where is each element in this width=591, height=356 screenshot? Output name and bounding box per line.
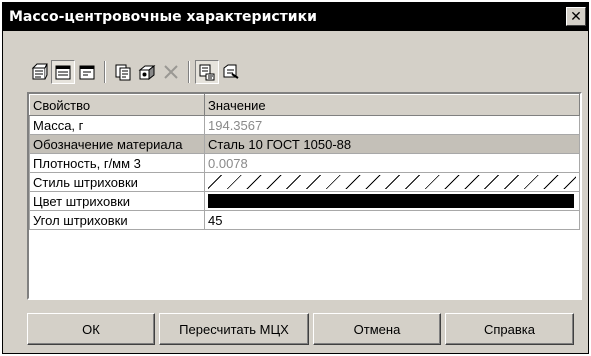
assembly-button[interactable] xyxy=(135,60,159,84)
header-property[interactable]: Свойство xyxy=(29,94,205,116)
property-name: Обозначение материала xyxy=(29,134,205,154)
properties-table: Свойство Значение Масса, г 194.3567 Обоз… xyxy=(29,94,580,230)
table-row[interactable]: Стиль штриховки xyxy=(29,172,580,192)
assembly-icon xyxy=(138,64,156,81)
doc-edit-button[interactable] xyxy=(75,60,99,84)
copy-icon xyxy=(199,64,215,81)
calc-props-icon xyxy=(31,63,48,80)
toolbar xyxy=(27,57,243,87)
calc-props-button[interactable] xyxy=(27,60,51,84)
close-icon: ✕ xyxy=(570,8,582,25)
dialog-buttons: ОК Пересчитать МЦХ Отмена Справка xyxy=(27,313,574,345)
toolbar-separator xyxy=(104,61,106,83)
ok-button[interactable]: ОК xyxy=(27,313,155,345)
window-title: Масcо-центровочные характеристики xyxy=(9,9,317,25)
title-bar[interactable]: Масcо-центровочные характеристики ✕ xyxy=(3,3,588,31)
color-swatch xyxy=(208,194,574,208)
property-name: Угол штриховки xyxy=(29,210,205,230)
help-button[interactable]: Справка xyxy=(445,313,574,345)
property-value: 194.3567 xyxy=(204,115,580,135)
table-row[interactable]: Масса, г 194.3567 xyxy=(29,115,580,135)
paste-icon xyxy=(223,64,239,79)
recalculate-button[interactable]: Пересчитать МЦХ xyxy=(159,313,309,345)
doc-view-icon xyxy=(55,65,71,80)
delete-icon xyxy=(164,65,178,79)
copy-button[interactable] xyxy=(195,60,219,84)
table-row[interactable]: Обозначение материала Сталь 10 ГОСТ 1050… xyxy=(29,134,580,154)
toolbar-separator xyxy=(188,61,190,83)
hatch-style-value[interactable] xyxy=(204,172,580,192)
material-value[interactable]: Сталь 10 ГОСТ 1050-88 xyxy=(204,134,580,154)
property-name: Цвет штриховки xyxy=(29,191,205,211)
doc-view-button[interactable] xyxy=(51,60,75,84)
table-header-row: Свойство Значение xyxy=(29,94,580,116)
parts-icon xyxy=(115,64,131,81)
hatch-pattern-preview xyxy=(208,175,576,189)
table-row[interactable]: Плотность, г/мм 3 0.0078 xyxy=(29,153,580,173)
cancel-button[interactable]: Отмена xyxy=(313,313,441,345)
properties-grid: Свойство Значение Масса, г 194.3567 Обоз… xyxy=(27,92,582,300)
doc-edit-icon xyxy=(79,65,95,80)
mass-properties-dialog: Масcо-центровочные характеристики ✕ Свой… xyxy=(2,2,589,354)
property-name: Стиль штриховки xyxy=(29,172,205,192)
header-value[interactable]: Значение xyxy=(204,94,580,116)
delete-button[interactable] xyxy=(159,60,183,84)
hatch-color-value[interactable] xyxy=(204,191,580,211)
property-name: Масса, г xyxy=(29,115,205,135)
paste-button[interactable] xyxy=(219,60,243,84)
parts-button[interactable] xyxy=(111,60,135,84)
table-row[interactable]: Угол штриховки 45 xyxy=(29,210,580,230)
property-value: 0.0078 xyxy=(204,153,580,173)
close-button[interactable]: ✕ xyxy=(566,7,586,26)
hatch-angle-value[interactable]: 45 xyxy=(204,210,580,230)
property-name: Плотность, г/мм 3 xyxy=(29,153,205,173)
table-row[interactable]: Цвет штриховки xyxy=(29,191,580,211)
